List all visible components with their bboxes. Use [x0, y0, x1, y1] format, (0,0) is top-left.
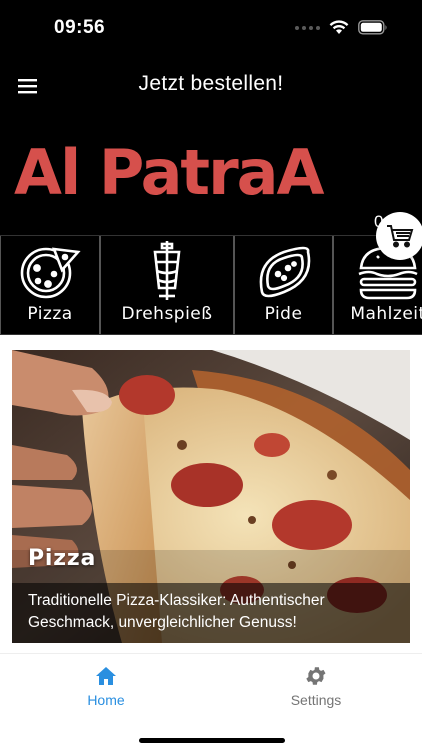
status-time: 09:56	[54, 17, 106, 38]
cart-count-badge: 0	[374, 212, 384, 231]
category-label: Mahlzeit	[350, 304, 422, 324]
nav-settings-label: Settings	[290, 692, 342, 708]
status-icons	[295, 20, 388, 35]
category-scroller[interactable]: Pizza Drehspieß Pide Mahlzeit	[0, 235, 422, 335]
card-description: Traditionelle Pizza-Klassiker: Authentis…	[28, 592, 325, 631]
cellular-signal-icon	[295, 25, 320, 30]
brand-banner: Al PatraA	[0, 114, 422, 234]
shopping-cart-icon	[387, 225, 414, 248]
category-label: Drehspieß	[121, 304, 213, 324]
category-drehspiess[interactable]: Drehspieß	[100, 236, 234, 334]
gear-icon	[306, 667, 326, 685]
app-title: Jetzt bestellen!	[138, 72, 284, 95]
doner-icon	[134, 240, 200, 302]
category-pizza[interactable]: Pizza	[0, 236, 100, 334]
category-pide[interactable]: Pide	[234, 236, 333, 334]
app-bar: Jetzt bestellen!	[0, 58, 422, 114]
pide-icon	[251, 240, 317, 302]
category-label: Pide	[264, 304, 303, 324]
nav-home-label: Home	[87, 692, 125, 708]
wifi-icon	[329, 20, 349, 34]
pizza-icon	[17, 240, 83, 302]
home-indicator[interactable]	[139, 738, 285, 743]
brand-logo-text: Al PatraA	[14, 136, 324, 209]
main-content: Pizza Traditionelle Pizza-Klassiker: Aut…	[0, 335, 422, 653]
status-bar: 09:56	[0, 0, 422, 58]
bottom-navigation: Home Settings	[0, 653, 422, 750]
battery-icon	[358, 20, 387, 35]
nav-home[interactable]: Home	[56, 664, 156, 708]
cart-widget[interactable]: 0	[374, 212, 422, 262]
category-label: Pizza	[27, 304, 73, 324]
home-icon	[96, 667, 116, 685]
nav-settings[interactable]: Settings	[266, 664, 366, 708]
card-title: Pizza	[28, 546, 97, 571]
category-feature-card[interactable]: Pizza Traditionelle Pizza-Klassiker: Aut…	[12, 350, 410, 643]
